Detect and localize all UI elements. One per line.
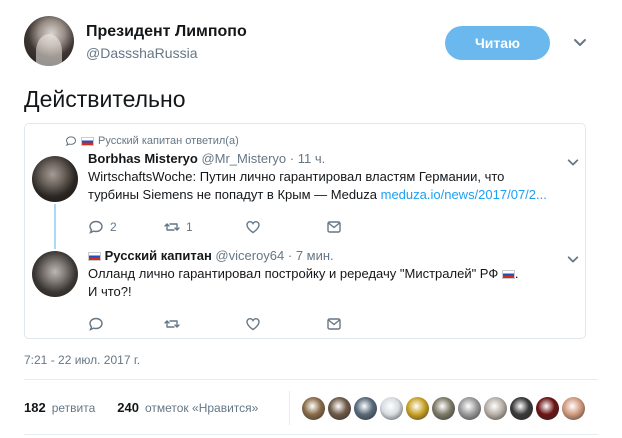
tweet-text: Действительно (24, 86, 186, 112)
author-avatar[interactable] (24, 16, 74, 66)
retweet-total[interactable]: 182 (24, 400, 46, 415)
like-action[interactable] (245, 316, 261, 332)
quoted-author-handle[interactable]: @Mr_Misteryo (201, 151, 286, 166)
liker-avatar[interactable] (328, 397, 351, 420)
reply-count: 2 (110, 220, 117, 234)
message-action[interactable] (326, 316, 342, 332)
message-icon (327, 318, 341, 330)
quoted-conversation[interactable]: Русский капитан ответил(а) Borbhas Miste… (24, 123, 586, 339)
reply-text-end: . (514, 266, 519, 281)
chevron-down-icon[interactable] (566, 252, 580, 266)
heart-icon (246, 317, 260, 331)
liker-avatar[interactable] (354, 397, 377, 420)
chevron-down-icon[interactable] (566, 155, 580, 169)
quoted-author-name[interactable]: Borbhas Misteryo (88, 151, 198, 166)
retweet-count: 1 (186, 220, 193, 234)
russian-flag-icon (88, 252, 101, 262)
reply-text-line-1: Олланд лично гарантировал постройку и ре… (88, 266, 502, 281)
heart-icon (246, 220, 260, 234)
reply-icon (89, 317, 103, 331)
retweet-icon (164, 223, 180, 231)
liker-avatar[interactable] (432, 397, 455, 420)
divider (24, 434, 598, 435)
liker-avatars (302, 397, 585, 420)
meduza-link[interactable]: meduza.io/news/2017/07/2... (381, 187, 547, 202)
message-icon (327, 221, 341, 233)
quoted-tweet-text: WirtschaftsWoche: Путин лично гарантиров… (88, 168, 568, 204)
reply-action[interactable] (88, 316, 110, 332)
reply-author-name[interactable]: Русский капитан (105, 248, 212, 263)
retweet-action[interactable]: 1 (164, 219, 193, 235)
retweet-action[interactable] (164, 316, 186, 332)
liker-avatar[interactable] (510, 397, 533, 420)
author-display-name[interactable]: Президент Лимпопо (86, 23, 247, 41)
reply-icon (89, 220, 103, 234)
reply-author-handle[interactable]: @viceroy64 (215, 248, 284, 263)
retweet-total-label[interactable]: ретвита (52, 401, 96, 415)
quoted-text-line-1: WirtschaftsWoche: Путин лично гарантиров… (88, 169, 505, 184)
liker-avatar[interactable] (458, 397, 481, 420)
reply-tweet-actions (88, 316, 348, 334)
quoted-text-line-2: турбины Siemens не попадут в Крым — Medu… (88, 187, 381, 202)
liker-avatar[interactable] (302, 397, 325, 420)
retweet-icon (164, 320, 180, 328)
stats-separator (289, 391, 290, 425)
like-total[interactable]: 240 (117, 400, 139, 415)
divider (24, 379, 598, 380)
quoted-time[interactable]: · 11 ч. (290, 151, 325, 166)
conversation-context: Русский капитан ответил(а) (65, 135, 239, 147)
chevron-down-icon[interactable] (572, 34, 588, 50)
reply-icon (65, 136, 77, 147)
russian-flag-icon (81, 136, 94, 146)
quoted-tweet-meta: Borbhas Misteryo @Mr_Misteryo · 11 ч. (88, 151, 325, 166)
author-handle[interactable]: @DassshaRussia (86, 45, 197, 61)
reply-avatar[interactable] (32, 251, 78, 297)
message-action[interactable] (326, 219, 342, 235)
conversation-context-text: Русский капитан ответил(а) (98, 135, 239, 147)
liker-avatar[interactable] (562, 397, 585, 420)
reply-text-line-2: И что?! (88, 284, 132, 299)
tweet-stats: 182 ретвита 240 отметок «Нравится» (24, 400, 258, 415)
tweet-header: Президент Лимпопо @DassshaRussia Читаю (24, 14, 598, 70)
thread-connector (54, 204, 56, 249)
tweet-timestamp[interactable]: 7:21 - 22 июл. 2017 г. (24, 353, 140, 367)
russian-flag-icon (501, 270, 515, 280)
reply-tweet-text: Олланд лично гарантировал постройку и ре… (88, 265, 568, 301)
liker-avatar[interactable] (536, 397, 559, 420)
liker-avatar[interactable] (380, 397, 403, 420)
reply-time[interactable]: · 7 мин. (288, 248, 334, 263)
quoted-avatar[interactable] (32, 156, 78, 202)
reply-tweet-meta: Русский капитан @viceroy64 · 7 мин. (88, 248, 334, 263)
quoted-tweet-actions: 2 1 (88, 219, 348, 237)
like-action[interactable] (245, 219, 261, 235)
liker-avatar[interactable] (406, 397, 429, 420)
liker-avatar[interactable] (484, 397, 507, 420)
like-total-label[interactable]: отметок «Нравится» (145, 401, 258, 415)
reply-action[interactable]: 2 (88, 219, 117, 235)
following-button[interactable]: Читаю (445, 26, 550, 60)
